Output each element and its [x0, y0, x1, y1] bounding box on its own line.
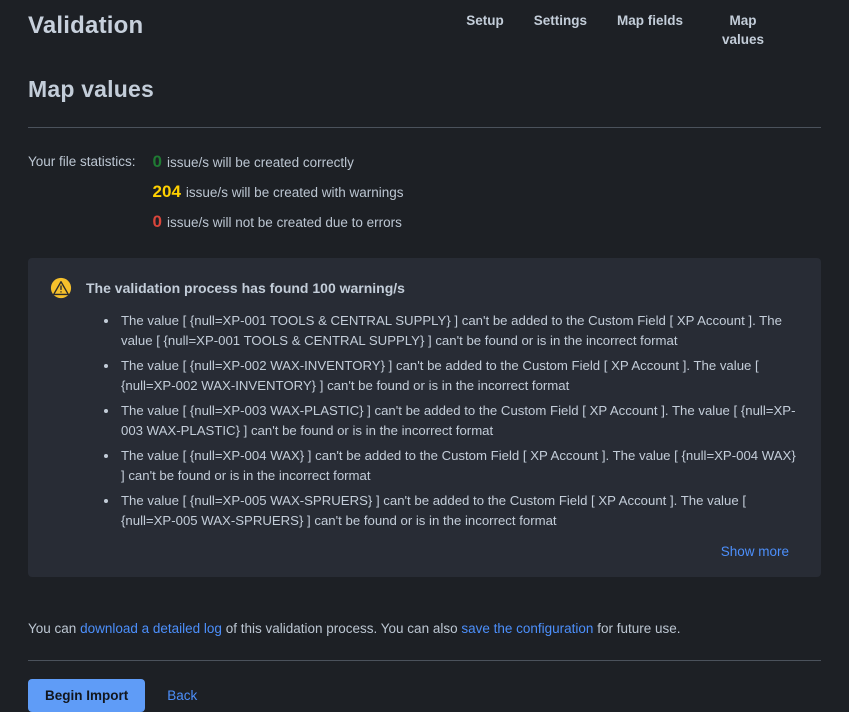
footer-note-text-2: of this validation process. You can also	[222, 621, 461, 636]
footer-note-text-3: for future use.	[593, 621, 680, 636]
nav-item-map-fields[interactable]: Map fields	[617, 11, 683, 30]
download-log-link[interactable]: download a detailed log	[80, 621, 222, 636]
warning-list-item: The value [ {null=XP-004 WAX} ] can't be…	[104, 446, 799, 486]
save-configuration-link[interactable]: save the configuration	[461, 621, 593, 636]
footer-divider	[28, 660, 821, 661]
warning-list-item: The value [ {null=XP-005 WAX-SPRUERS} ] …	[104, 491, 799, 531]
page-title: Map values	[28, 76, 821, 103]
statistics-text-correct: issue/s will be created correctly	[167, 155, 354, 170]
validation-warning-panel: The validation process has found 100 war…	[28, 258, 821, 577]
statistics-row-correct: 0 issue/s will be created correctly	[153, 152, 404, 172]
footer-note: You can download a detailed log of this …	[28, 619, 821, 638]
warning-list-item: The value [ {null=XP-003 WAX-PLASTIC} ] …	[104, 401, 799, 441]
action-buttons: Begin Import Back	[28, 679, 821, 712]
app-title: Validation	[28, 0, 143, 40]
statistics-text-warnings: issue/s will be created with warnings	[186, 185, 404, 200]
file-statistics-rows: 0 issue/s will be created correctly 204 …	[153, 152, 404, 232]
statistics-count-errors: 0	[153, 212, 162, 232]
top-header-bar: Validation Setup Settings Map fields Map…	[0, 0, 849, 56]
statistics-row-errors: 0 issue/s will not be created due to err…	[153, 212, 404, 232]
file-statistics-label: Your file statistics:	[28, 152, 136, 232]
back-link[interactable]: Back	[167, 688, 197, 703]
warning-list-item: The value [ {null=XP-001 TOOLS & CENTRAL…	[104, 311, 799, 351]
warning-panel-header: The validation process has found 100 war…	[50, 277, 799, 299]
show-more-container: Show more	[50, 543, 799, 561]
title-divider	[28, 127, 821, 128]
file-statistics: Your file statistics: 0 issue/s will be …	[28, 152, 821, 232]
warning-list-item: The value [ {null=XP-002 WAX-INVENTORY} …	[104, 356, 799, 396]
nav-item-map-values[interactable]: Map values	[713, 11, 773, 49]
show-more-link[interactable]: Show more	[721, 544, 789, 559]
warning-list: The value [ {null=XP-001 TOOLS & CENTRAL…	[104, 311, 799, 531]
statistics-count-warnings: 204	[153, 182, 181, 202]
begin-import-button[interactable]: Begin Import	[28, 679, 145, 712]
warning-panel-title: The validation process has found 100 war…	[86, 280, 405, 296]
nav-item-setup[interactable]: Setup	[466, 11, 504, 30]
statistics-text-errors: issue/s will not be created due to error…	[167, 215, 402, 230]
main-navigation: Setup Settings Map fields Map values	[466, 0, 821, 49]
warning-triangle-icon	[50, 277, 72, 299]
footer-note-text-1: You can	[28, 621, 80, 636]
statistics-row-warnings: 204 issue/s will be created with warning…	[153, 182, 404, 202]
nav-item-settings[interactable]: Settings	[534, 11, 587, 30]
statistics-count-correct: 0	[153, 152, 162, 172]
page-content: Map values Your file statistics: 0 issue…	[0, 76, 849, 712]
